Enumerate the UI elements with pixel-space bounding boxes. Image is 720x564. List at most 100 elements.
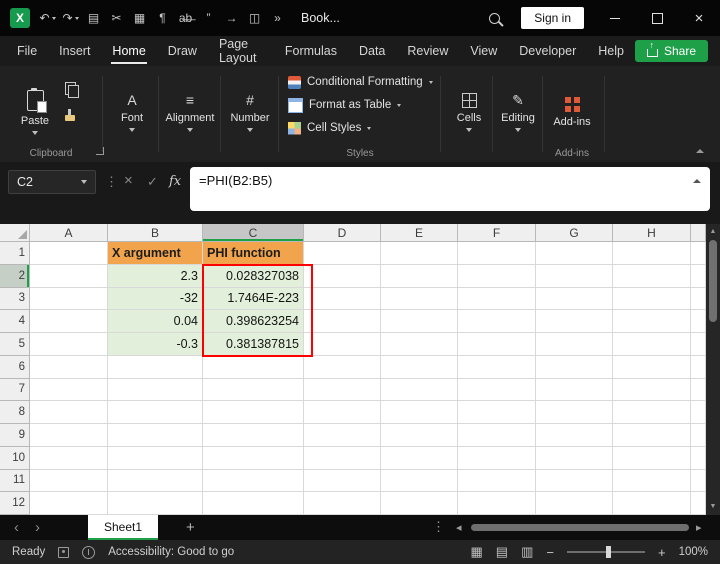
cell-D8[interactable] <box>304 401 381 424</box>
zoom-level-label[interactable]: 100% <box>679 546 708 558</box>
menu-tab-home[interactable]: Home <box>101 36 156 66</box>
insert-function-icon[interactable]: fx <box>169 174 181 189</box>
cell-F5[interactable] <box>458 333 536 356</box>
column-header-H[interactable]: H <box>613 224 691 242</box>
cell-G3[interactable] <box>536 287 613 311</box>
row-header-3[interactable]: 3 <box>0 287 30 311</box>
cell-G12[interactable] <box>536 492 613 515</box>
cell-C7[interactable] <box>203 378 304 402</box>
sheet-tab-sheet1[interactable]: Sheet1 <box>88 515 159 540</box>
format-painter-icon[interactable]: ▦ <box>128 0 151 36</box>
hscroll-right-icon[interactable]: ▸ <box>696 521 702 534</box>
cell-B9[interactable] <box>108 424 203 447</box>
menu-tab-page-layout[interactable]: Page Layout <box>208 36 274 66</box>
cell-F8[interactable] <box>458 401 536 424</box>
cell-A3[interactable] <box>30 287 108 311</box>
cell-F12[interactable] <box>458 492 536 515</box>
cell-A9[interactable] <box>30 424 108 447</box>
cell-A8[interactable] <box>30 401 108 424</box>
row-header-8[interactable]: 8 <box>0 401 30 424</box>
indent-icon[interactable]: → <box>220 0 243 36</box>
cell-F6[interactable] <box>458 355 536 379</box>
cell-E12[interactable] <box>381 492 458 515</box>
cell-C2[interactable]: 0.028327038 <box>203 264 304 288</box>
cell-C1[interactable]: PHI function <box>203 242 304 265</box>
cell-D11[interactable] <box>304 469 381 493</box>
cell-F2[interactable] <box>458 264 536 288</box>
enter-icon[interactable]: ✓ <box>147 174 158 190</box>
quotes-icon[interactable]: ” <box>197 0 220 36</box>
cell-D3[interactable] <box>304 287 381 311</box>
cell-D5[interactable] <box>304 333 381 356</box>
cell-C3[interactable]: 1.7464E-223 <box>203 287 304 311</box>
cell-B7[interactable] <box>108 378 203 402</box>
menu-tab-draw[interactable]: Draw <box>157 36 208 66</box>
cell-B8[interactable] <box>108 401 203 424</box>
cell-A10[interactable] <box>30 446 108 470</box>
clipboard-icon[interactable]: ▤ <box>82 0 105 36</box>
cell-H10[interactable] <box>613 446 691 470</box>
cell-H2[interactable] <box>613 264 691 288</box>
cell-B3[interactable]: -32 <box>108 287 203 311</box>
cell-G9[interactable] <box>536 424 613 447</box>
cell-G1[interactable] <box>536 242 613 265</box>
close-button[interactable]: × <box>678 0 720 36</box>
spreadsheet-grid[interactable]: ABCDEFGH 1 X argument PHI function 2 2.3 0.028… <box>0 224 706 515</box>
column-header-C[interactable]: C <box>203 224 304 242</box>
undo-icon[interactable]: ↶ <box>36 0 59 36</box>
horizontal-scrollbar-thumb[interactable] <box>471 524 689 531</box>
column-header-B[interactable]: B <box>108 224 203 242</box>
select-all-corner[interactable] <box>0 224 30 242</box>
add-sheet-button[interactable]: + <box>186 519 195 536</box>
row-header-4[interactable]: 4 <box>0 310 30 333</box>
row-header-1[interactable]: 1 <box>0 242 30 265</box>
menu-tab-data[interactable]: Data <box>348 36 396 66</box>
cell-E4[interactable] <box>381 310 458 333</box>
cell-E9[interactable] <box>381 424 458 447</box>
cell-C9[interactable] <box>203 424 304 447</box>
vertical-scrollbar[interactable]: ▲ ▼ <box>706 224 720 515</box>
row-header-11[interactable]: 11 <box>0 469 30 493</box>
cell-H5[interactable] <box>613 333 691 356</box>
page-layout-view-icon[interactable]: ▤ <box>496 544 508 560</box>
cell-E11[interactable] <box>381 469 458 493</box>
vertical-scrollbar-thumb[interactable] <box>709 240 717 322</box>
cell-C10[interactable] <box>203 446 304 470</box>
cell-H6[interactable] <box>613 355 691 379</box>
cell-E2[interactable] <box>381 264 458 288</box>
cell-A7[interactable] <box>30 378 108 402</box>
cell-E5[interactable] <box>381 333 458 356</box>
minimize-button[interactable] <box>594 0 636 36</box>
menu-tab-help[interactable]: Help <box>587 36 635 66</box>
cell-B12[interactable] <box>108 492 203 515</box>
cell-G10[interactable] <box>536 446 613 470</box>
menu-tab-file[interactable]: File <box>6 36 48 66</box>
cell-H3[interactable] <box>613 287 691 311</box>
cell-C6[interactable] <box>203 355 304 379</box>
cell-C12[interactable] <box>203 492 304 515</box>
menu-tab-formulas[interactable]: Formulas <box>274 36 348 66</box>
cell-H9[interactable] <box>613 424 691 447</box>
cell-D10[interactable] <box>304 446 381 470</box>
alignment-group-button[interactable]: ≡ Alignment <box>160 74 220 150</box>
cell-F1[interactable] <box>458 242 536 265</box>
sheetbar-menu-icon[interactable]: ⋮ <box>432 519 445 535</box>
cell-B1[interactable]: X argument <box>108 242 203 265</box>
cell-B4[interactable]: 0.04 <box>108 310 203 333</box>
row-header-7[interactable]: 7 <box>0 378 30 402</box>
sheet-nav-right-icon[interactable]: › <box>35 520 40 535</box>
clipboard-dialog-launcher-icon[interactable] <box>96 147 104 155</box>
accessibility-status-label[interactable]: Accessibility: Good to go <box>108 546 234 558</box>
cut-icon[interactable]: ✂ <box>105 0 128 36</box>
camera-icon[interactable]: ◫ <box>243 0 266 36</box>
cell-C4[interactable]: 0.398623254 <box>203 310 304 333</box>
cell-A1[interactable] <box>30 242 108 265</box>
share-button[interactable]: Share <box>634 40 708 62</box>
cell-H11[interactable] <box>613 469 691 493</box>
copy-icon[interactable] <box>64 82 79 98</box>
addins-button[interactable]: Add-ins <box>546 74 598 150</box>
cell-G11[interactable] <box>536 469 613 493</box>
column-header-G[interactable]: G <box>536 224 613 242</box>
cell-B11[interactable] <box>108 469 203 493</box>
cell-B5[interactable]: -0.3 <box>108 333 203 356</box>
